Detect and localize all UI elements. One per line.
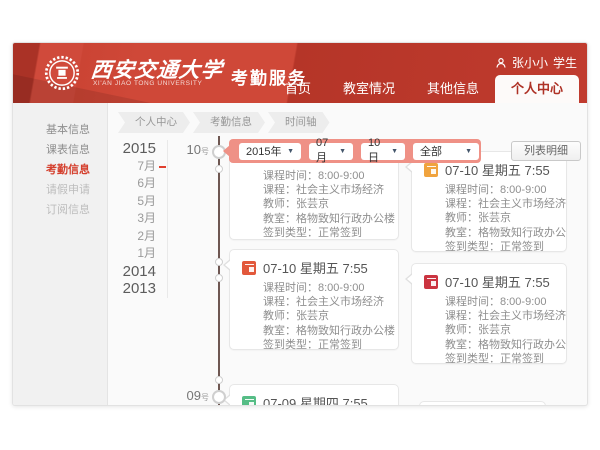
- type-dropdown[interactable]: 全部 ▼: [413, 143, 479, 160]
- user-role: 学生: [553, 54, 577, 71]
- course-time: 课程时间：8:00-9:00: [412, 183, 566, 197]
- scale-month-may[interactable]: 5月: [111, 193, 156, 211]
- scale-year-2013[interactable]: 2013: [111, 280, 156, 298]
- card-date: 07-09 星期四 7:55: [263, 393, 368, 406]
- breadcrumb-attendance-info[interactable]: 考勤信息: [193, 112, 265, 133]
- calendar-status-icon: [242, 261, 256, 275]
- timeline-axis: [218, 136, 220, 406]
- checkin-type: 签到类型：正常签到: [230, 226, 398, 240]
- nav-tab-other-info[interactable]: 其他信息: [411, 75, 495, 103]
- sidebar-item-basic-info[interactable]: 基本信息: [13, 120, 107, 140]
- attendance-card: 07-09 星期四 7:55: [229, 384, 399, 406]
- course-name: 课程：社会主义市场经济: [412, 309, 566, 323]
- app-header: 西安交通大学 XI'AN JIAO TONG UNIVERSITY 考勤服务 张…: [13, 43, 587, 103]
- main-nav: 首页 教室情况 其他信息 个人中心: [269, 75, 579, 103]
- sidebar-item-subscription-info[interactable]: 订阅信息: [13, 200, 107, 220]
- teacher: 教师：张芸京: [230, 197, 398, 211]
- page-background: 西安交通大学 XI'AN JIAO TONG UNIVERSITY 考勤服务 张…: [0, 0, 600, 450]
- sidebar-item-schedule-info[interactable]: 课表信息: [13, 140, 107, 160]
- attendance-card: 07-10 星期五 7:55 课程时间：8:00-9:00 课程：社会主义市场经…: [411, 263, 567, 364]
- checkin-type: 签到类型：正常签到: [412, 240, 566, 254]
- chevron-down-icon: ▼: [287, 148, 294, 155]
- breadcrumb-timeline[interactable]: 时间轴: [268, 112, 330, 133]
- attendance-card: 07-10 星期五 7:55 课程时间：8:00-9:00 课程：社会主义市场经…: [411, 151, 567, 252]
- scale-month-jan[interactable]: 1月: [111, 245, 156, 263]
- nav-tab-classrooms[interactable]: 教室情况: [327, 75, 411, 103]
- sidebar-item-attendance-info[interactable]: 考勤信息: [13, 160, 107, 180]
- list-detail-button[interactable]: 列表明细: [511, 141, 581, 161]
- day-marker-10: 10号: [165, 142, 209, 157]
- attendance-card-clipped: [419, 401, 546, 406]
- university-logo-icon: [44, 55, 80, 91]
- scale-year-2015[interactable]: 2015: [111, 140, 156, 158]
- course-name: 课程：社会主义市场经济: [412, 197, 566, 211]
- user-account[interactable]: 张小小 学生: [495, 54, 577, 71]
- day-dropdown[interactable]: 10日 ▼: [361, 143, 405, 160]
- month-dropdown[interactable]: 07月 ▼: [309, 143, 353, 160]
- scale-month-jun[interactable]: 6月: [111, 175, 156, 193]
- scale-month-jul[interactable]: 7月: [111, 158, 156, 176]
- classroom: 教室：格物致知行政办公楼: [412, 226, 566, 240]
- chevron-down-icon: ▼: [391, 148, 398, 155]
- course-name: 课程：社会主义市场经济: [230, 295, 398, 309]
- teacher: 教师：张芸京: [412, 323, 566, 337]
- calendar-status-icon: [242, 396, 256, 407]
- teacher: 教师：张芸京: [230, 309, 398, 323]
- timeline-node-small-4: [215, 376, 223, 384]
- timeline-node-small-1: [215, 165, 223, 173]
- scale-year-2014[interactable]: 2014: [111, 263, 156, 281]
- nav-tab-home[interactable]: 首页: [269, 75, 327, 103]
- breadcrumb-personal-center[interactable]: 个人中心: [118, 112, 190, 133]
- card-date: 07-10 星期五 7:55: [263, 258, 368, 277]
- calendar-status-icon: [424, 275, 438, 289]
- classroom: 教室：格物致知行政办公楼: [230, 324, 398, 338]
- timeline-scale: 2015 7月 6月 5月 3月 2月 1月 2014 2013: [111, 140, 168, 298]
- timeline-node-small-2: [215, 258, 223, 266]
- timeline-node-day09[interactable]: [212, 390, 226, 404]
- nav-tab-personal-center[interactable]: 个人中心: [495, 75, 579, 103]
- sidebar: 基本信息 课表信息 考勤信息 请假申请 订阅信息: [13, 103, 108, 406]
- sidebar-item-leave-request[interactable]: 请假申请: [13, 180, 107, 200]
- scale-month-mar[interactable]: 3月: [111, 210, 156, 228]
- app-window: 西安交通大学 XI'AN JIAO TONG UNIVERSITY 考勤服务 张…: [12, 42, 588, 406]
- course-time: 课程时间：8:00-9:00: [412, 295, 566, 309]
- date-filter-bar: 2015年 ▼ 07月 ▼ 10日 ▼ 全部 ▼: [229, 139, 481, 163]
- course-time: 课程时间：8:00-9:00: [230, 169, 398, 183]
- scale-month-feb[interactable]: 2月: [111, 228, 156, 246]
- breadcrumb: 个人中心 考勤信息 时间轴: [118, 112, 330, 133]
- user-name: 张小小: [512, 54, 548, 71]
- checkin-type: 签到类型：正常签到: [412, 352, 566, 366]
- teacher: 教师：张芸京: [412, 211, 566, 225]
- course-time: 课程时间：8:00-9:00: [230, 281, 398, 295]
- year-dropdown[interactable]: 2015年 ▼: [239, 143, 301, 160]
- current-month-marker: [159, 166, 166, 168]
- chevron-down-icon: ▼: [339, 148, 346, 155]
- course-name: 课程：社会主义市场经济: [230, 183, 398, 197]
- day-marker-09: 09号: [165, 388, 209, 403]
- card-arrow: [405, 273, 412, 285]
- card-date: 07-10 星期五 7:55: [445, 272, 550, 291]
- university-name-en: XI'AN JIAO TONG UNIVERSITY: [93, 80, 202, 87]
- card-arrow: [223, 259, 230, 271]
- classroom: 教室：格物致知行政办公楼: [230, 212, 398, 226]
- checkin-type: 签到类型：正常签到: [230, 338, 398, 352]
- timeline-node-small-3: [215, 274, 223, 282]
- chevron-down-icon: ▼: [465, 148, 472, 155]
- attendance-card: 07-10 星期五 7:55 课程时间：8:00-9:00 课程：社会主义市场经…: [229, 249, 399, 350]
- classroom: 教室：格物致知行政办公楼: [412, 338, 566, 352]
- person-icon: [495, 57, 507, 69]
- calendar-status-icon: [424, 163, 438, 177]
